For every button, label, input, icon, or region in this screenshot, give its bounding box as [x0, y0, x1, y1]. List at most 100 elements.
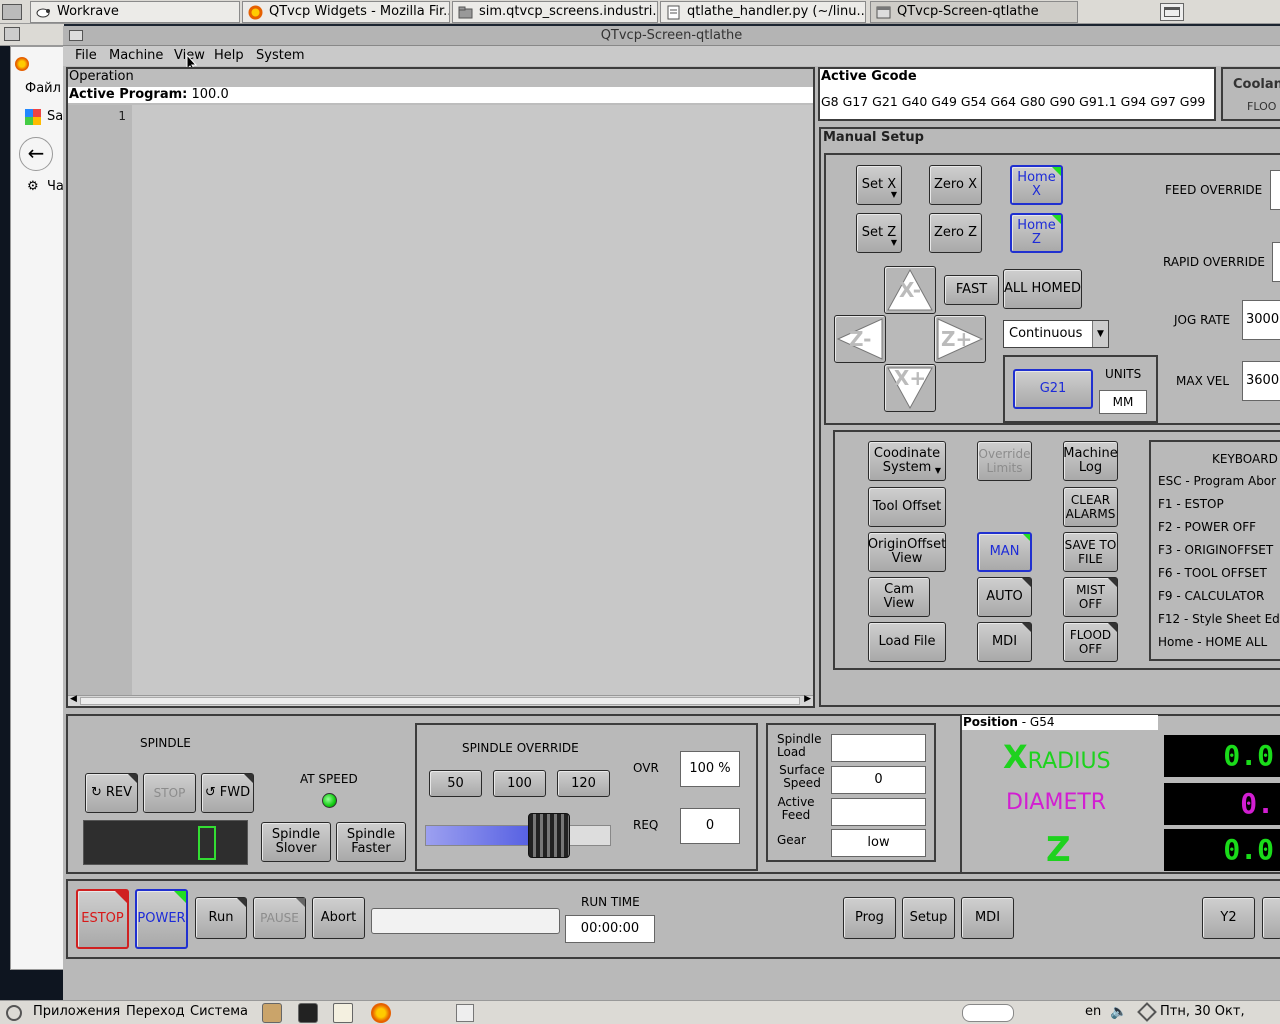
clear-alarms-button[interactable]: CLEAR ALARMS: [1063, 487, 1118, 527]
override-limits-button[interactable]: Override Limits: [977, 441, 1032, 481]
set-z-button[interactable]: Set Z ▼: [856, 213, 902, 253]
abort-button[interactable]: Abort: [312, 897, 365, 939]
window-icon: [876, 5, 891, 20]
firefox-launcher-icon[interactable]: [371, 1003, 391, 1023]
feed-override-field[interactable]: [1270, 170, 1280, 210]
applications-menu[interactable]: Приложения: [33, 1001, 120, 1023]
rapid-override-field[interactable]: [1272, 242, 1280, 282]
menu-system[interactable]: System: [256, 46, 304, 66]
setup-tab-button[interactable]: Setup: [902, 897, 955, 939]
origin-offset-view-button[interactable]: OriginOffset View: [868, 532, 946, 572]
override-preset-120[interactable]: 120: [557, 770, 610, 797]
jog-z-minus-button[interactable]: Z-: [834, 315, 886, 363]
editor-hscrollbar[interactable]: ◀ ▶: [68, 694, 813, 706]
mist-off-button[interactable]: MIST OFF: [1063, 577, 1118, 617]
spindle-rev-button[interactable]: ↻ REV: [85, 773, 138, 813]
override-preset-50[interactable]: 50: [429, 770, 482, 797]
cam-view-button[interactable]: Cam View: [868, 577, 930, 617]
volume-icon[interactable]: 🔈: [1110, 1001, 1127, 1023]
browser-tab-label[interactable]: Sa: [47, 109, 63, 124]
tool-offset-button[interactable]: Tool Offset: [868, 487, 946, 527]
set-x-button[interactable]: Set X ▼: [856, 165, 902, 205]
spindle-override-slider[interactable]: [425, 813, 611, 858]
home-x-button[interactable]: Home X: [1010, 165, 1063, 205]
mode-auto-button[interactable]: AUTO: [977, 577, 1032, 617]
menu-help[interactable]: Help: [214, 46, 244, 66]
spindle-override-title: SPINDLE OVERRIDE: [462, 741, 579, 755]
browser-menu-file[interactable]: Файл: [25, 81, 61, 96]
taskbar-tab-folder[interactable]: sim.qtvcp_screens.industri...: [452, 1, 658, 23]
menu-machine[interactable]: Machine: [109, 46, 163, 66]
y2-button[interactable]: Y2: [1202, 897, 1255, 939]
active-feed-value: [831, 798, 926, 826]
wrench-launcher-icon[interactable]: [262, 1003, 282, 1023]
browser-settings-label[interactable]: Ча: [47, 179, 64, 194]
zero-z-button[interactable]: Zero Z: [929, 213, 982, 253]
gear-value: low: [831, 829, 926, 857]
back-arrow-icon[interactable]: ←: [19, 137, 53, 171]
system-logo-icon: [6, 1005, 22, 1021]
coordinate-system-button[interactable]: Coodinate System ▼: [868, 441, 946, 481]
spindle-faster-button[interactable]: Spindle Faster: [336, 822, 406, 862]
spindle-stop-button[interactable]: STOP: [143, 773, 196, 813]
spindle-slower-button[interactable]: Spindle Slover: [261, 822, 331, 862]
position-header: Position - G54: [962, 715, 1158, 730]
axis-x-label: XRADIUS: [1003, 738, 1111, 776]
prog-tab-button[interactable]: Prog: [843, 897, 896, 939]
spindle-fwd-button[interactable]: ↺ FWD: [201, 773, 254, 813]
axis-diameter-label: DIAMETR: [1006, 790, 1107, 815]
estop-button[interactable]: ESTOP: [76, 889, 129, 949]
terminal-launcher-icon[interactable]: [298, 1003, 318, 1023]
position-coord-system: - G54: [1021, 715, 1055, 729]
spindle-title: SPINDLE: [140, 736, 191, 750]
save-to-file-button[interactable]: SAVE TO FILE: [1063, 532, 1118, 572]
load-file-button[interactable]: Load File: [868, 622, 946, 662]
system-menu[interactable]: Система: [190, 1001, 248, 1023]
jog-x-plus-button[interactable]: X+: [884, 364, 936, 412]
taskbar-tab-firefox[interactable]: QTvcp Widgets - Mozilla Fir...: [242, 1, 450, 23]
flood-off-button[interactable]: FLOOD OFF: [1063, 622, 1118, 662]
mdi-tab-button[interactable]: MDI: [961, 897, 1014, 939]
pause-button[interactable]: PAUSE: [253, 897, 306, 939]
jog-rate-field[interactable]: 3000: [1242, 300, 1280, 340]
mode-man-button[interactable]: MAN: [977, 532, 1032, 572]
spindle-load-value: [831, 734, 926, 762]
scroll-left-icon[interactable]: ◀: [70, 694, 77, 704]
show-desktop-icon[interactable]: [1160, 3, 1184, 21]
max-vel-field[interactable]: 3600: [1242, 361, 1280, 401]
fast-button[interactable]: FAST: [944, 275, 999, 305]
workspace-icon[interactable]: [2, 4, 22, 20]
slider-handle[interactable]: [528, 813, 570, 858]
menu-file[interactable]: File: [75, 46, 97, 66]
clock[interactable]: Птн, 30 Окт, 08:08: [1160, 1001, 1280, 1024]
dropdown-arrow-icon: ▼: [890, 190, 897, 199]
text-editor-launcher-icon[interactable]: [333, 1003, 353, 1023]
network-icon[interactable]: [1137, 1002, 1157, 1022]
mode-mdi-button[interactable]: MDI: [977, 622, 1032, 662]
g21-button[interactable]: G21: [1013, 369, 1093, 409]
trash-icon[interactable]: [456, 1004, 474, 1022]
firefox-icon: [248, 5, 263, 20]
taskbar-tab-workrave[interactable]: Workrave: [30, 1, 240, 23]
keyboard-item: F3 - ORIGINOFFSET: [1158, 543, 1274, 557]
gcode-editor[interactable]: 1: [68, 105, 813, 695]
workrave-sheep-icon[interactable]: [962, 1004, 1014, 1022]
jog-x-minus-button[interactable]: X-: [884, 266, 936, 314]
extra-button[interactable]: [1262, 897, 1280, 939]
keyboard-layout-indicator[interactable]: en: [1085, 1001, 1101, 1023]
machine-log-button[interactable]: Machine Log: [1063, 441, 1118, 481]
places-menu[interactable]: Переход: [126, 1001, 185, 1023]
scroll-right-icon[interactable]: ▶: [804, 694, 811, 704]
zero-x-button[interactable]: Zero X: [929, 165, 982, 205]
jog-mode-select[interactable]: Continuous ▼: [1003, 320, 1109, 348]
keyboard-item: F12 - Style Sheet Ed: [1158, 612, 1280, 626]
run-button[interactable]: Run: [195, 897, 247, 939]
power-button[interactable]: POWER: [135, 889, 188, 949]
window-menu-icon[interactable]: [69, 30, 83, 41]
jog-z-plus-button[interactable]: Z+: [934, 315, 986, 363]
home-z-button[interactable]: Home Z: [1010, 213, 1063, 253]
override-preset-100[interactable]: 100: [493, 770, 546, 797]
all-homed-button[interactable]: ALL HOMED: [1003, 269, 1082, 309]
taskbar-tab-editor[interactable]: qtlathe_handler.py (~/linu...: [660, 1, 866, 23]
taskbar-tab-qtlathe[interactable]: QTvcp-Screen-qtlathe: [870, 1, 1078, 23]
